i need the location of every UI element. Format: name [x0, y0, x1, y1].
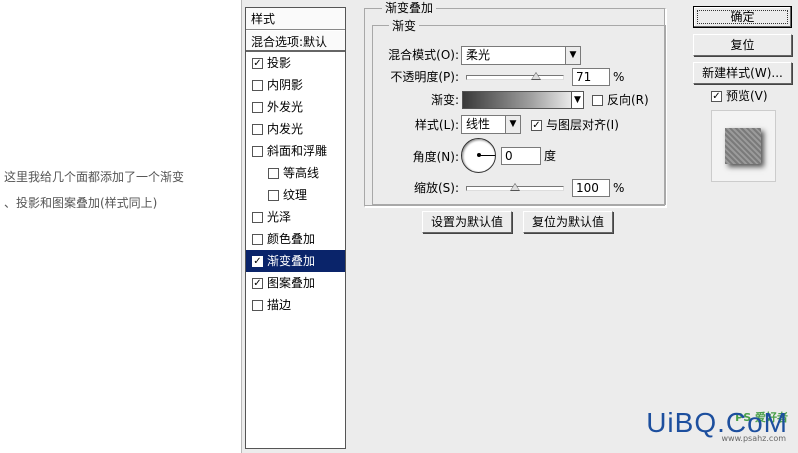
style-item[interactable]: 外发光 [246, 96, 345, 118]
align-with-layer-checkbox[interactable]: ✓ 与图层对齐(I) [531, 117, 619, 133]
style-item[interactable]: 斜面和浮雕 [246, 140, 345, 162]
style-item-checkbox[interactable]: ✓ [252, 57, 263, 69]
style-value: 线性 [466, 117, 491, 131]
preview-swatch [725, 128, 761, 164]
focus-ring [697, 10, 788, 24]
make-default-button[interactable]: 设置为默认值 [422, 211, 512, 233]
gradient-label: 渐变: [430, 93, 459, 107]
scale-slider-handle[interactable] [510, 183, 520, 191]
style-item[interactable]: 描边 [246, 294, 345, 316]
style-item-label: 描边 [267, 298, 292, 312]
reset-button[interactable]: 复位 [693, 34, 792, 56]
opacity-slider-handle[interactable] [530, 72, 541, 80]
style-item-checkbox[interactable] [252, 79, 263, 91]
style-item[interactable]: ✓ 图案叠加 [246, 272, 345, 294]
style-item-checkbox[interactable] [268, 167, 279, 179]
style-item-label: 内发光 [267, 122, 304, 136]
style-item-label: 图案叠加 [267, 276, 316, 290]
opacity-unit: % [613, 70, 625, 84]
caption-line-1: 这里我给几个面都添加了一个渐变 [4, 170, 185, 184]
style-item[interactable]: 等高线 [246, 162, 345, 184]
style-item[interactable]: ✓ 投影 [246, 52, 345, 74]
angle-dial[interactable] [461, 138, 496, 173]
gradient-overlay-title: 渐变叠加 [382, 1, 437, 15]
preview-checkbox[interactable]: ✓ 预览(V) [711, 88, 768, 104]
style-item-label: 光泽 [267, 210, 292, 224]
style-item-label: 斜面和浮雕 [267, 144, 328, 158]
ok-button[interactable]: 确定 [693, 6, 792, 28]
style-preview [711, 110, 776, 182]
style-item[interactable]: 颜色叠加 [246, 228, 345, 250]
caption-line-2: 、投影和图案叠加(样式同上) [4, 196, 158, 210]
style-item-checkbox[interactable] [252, 299, 263, 311]
style-select[interactable]: 线性 ▼ [461, 115, 521, 134]
style-item-label: 内阴影 [267, 78, 304, 92]
style-item-checkbox[interactable] [252, 101, 263, 113]
watermark-url: www.psahz.com [721, 434, 786, 443]
align-with-layer-checkbox-box[interactable]: ✓ [531, 119, 542, 131]
style-item-checkbox[interactable]: ✓ [252, 255, 263, 267]
angle-label: 角度(N): [412, 150, 459, 164]
style-item-label: 颜色叠加 [267, 232, 316, 246]
style-item-checkbox[interactable] [252, 211, 263, 223]
scale-unit: % [613, 181, 625, 195]
chevron-down-icon[interactable]: ▼ [565, 47, 580, 64]
align-with-layer-label: 与图层对齐(I) [546, 118, 619, 132]
opacity-input[interactable]: 71 [572, 68, 610, 86]
blend-options-item[interactable]: 混合选项:默认 [246, 30, 345, 52]
style-item[interactable]: 内阴影 [246, 74, 345, 96]
chevron-down-icon[interactable]: ▼ [571, 91, 584, 109]
preview-label: 预览(V) [726, 89, 768, 103]
blend-mode-value: 柔光 [466, 48, 491, 62]
angle-dial-center [477, 153, 481, 157]
scale-label: 缩放(S): [413, 181, 459, 195]
reverse-checkbox[interactable]: 反向(R) [592, 92, 649, 108]
reverse-label: 反向(R) [607, 93, 649, 107]
style-item[interactable]: 纹理 [246, 184, 345, 206]
gradient-picker[interactable]: ▼ [462, 91, 584, 109]
style-item-checkbox[interactable] [268, 189, 279, 201]
styles-list: 样式 混合选项:默认 ✓ 投影内阴影外发光内发光斜面和浮雕等高线纹理光泽颜色叠加 ✓… [245, 7, 346, 449]
style-item-checkbox[interactable]: ✓ [252, 277, 263, 289]
style-label: 样式(L): [414, 118, 459, 132]
watermark: PS 爱好者 UiBQ.CoM www.psahz.com [608, 385, 788, 445]
new-style-button[interactable]: 新建样式(W)... [693, 62, 792, 84]
style-item-checkbox[interactable] [252, 123, 263, 135]
style-item-label: 投影 [267, 56, 292, 70]
style-item-checkbox[interactable] [252, 233, 263, 245]
chevron-down-icon[interactable]: ▼ [505, 116, 520, 133]
style-item[interactable]: ✓ 渐变叠加 [246, 250, 345, 272]
reverse-checkbox-box[interactable] [592, 94, 603, 106]
opacity-label: 不透明度(P): [390, 70, 459, 84]
angle-input[interactable]: 0 [501, 147, 541, 165]
opacity-slider[interactable] [466, 75, 564, 80]
reset-to-default-button[interactable]: 复位为默认值 [523, 211, 613, 233]
styles-title[interactable]: 样式 [246, 8, 345, 30]
style-item-label: 等高线 [283, 166, 320, 180]
angle-unit: 度 [544, 149, 557, 163]
style-item-label: 渐变叠加 [267, 254, 316, 268]
blend-mode-select[interactable]: 柔光 ▼ [461, 46, 581, 65]
style-item[interactable]: 内发光 [246, 118, 345, 140]
gradient-subgroup-title: 渐变 [389, 19, 420, 33]
style-item-checkbox[interactable] [252, 145, 263, 157]
style-item-label: 纹理 [283, 188, 308, 202]
scale-input[interactable]: 100 [572, 179, 610, 197]
style-item[interactable]: 光泽 [246, 206, 345, 228]
preview-checkbox-box[interactable]: ✓ [711, 90, 722, 102]
style-items: ✓ 投影内阴影外发光内发光斜面和浮雕等高线纹理光泽颜色叠加 ✓ 渐变叠加 ✓ 图案叠加描边 [246, 52, 345, 316]
angle-dial-needle [479, 155, 495, 156]
style-item-label: 外发光 [267, 100, 304, 114]
blend-mode-label: 混合模式(O): [388, 48, 459, 62]
